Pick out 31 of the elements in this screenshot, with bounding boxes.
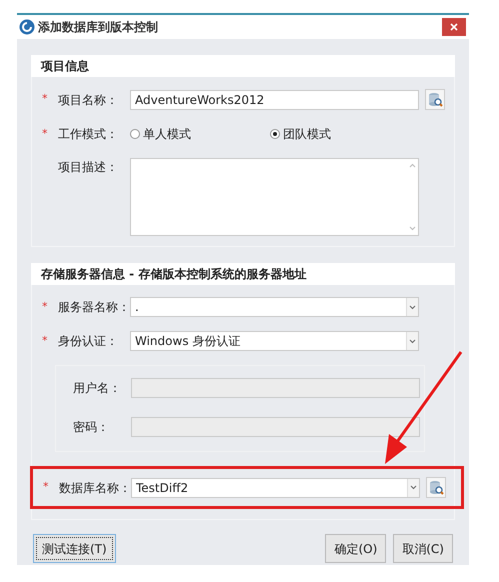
field-label: 服务器名称：: [58, 299, 130, 316]
browse-button[interactable]: [425, 89, 445, 110]
field-label: 项目名称：: [58, 92, 119, 108]
radio-option[interactable]: 单人模式: [130, 125, 270, 143]
field-label: 用户名：: [73, 380, 122, 397]
caret-icon[interactable]: [406, 298, 418, 316]
field-label: 密码：: [73, 419, 110, 436]
dialog-button[interactable]: 取消(C): [393, 534, 453, 563]
caret-icon[interactable]: [406, 332, 418, 350]
field-label: 项目描述：: [58, 159, 119, 176]
window-title: 添加数据库到版本控制: [38, 19, 159, 36]
radio-option[interactable]: 团队模式: [270, 125, 410, 143]
radio-icon[interactable]: [130, 129, 140, 139]
field-label: 身份认证：: [58, 333, 119, 350]
text-field[interactable]: AdventureWorks2012: [130, 90, 419, 110]
close-icon: [450, 23, 458, 31]
dialog-button[interactable]: 测试连接(T): [33, 534, 116, 563]
caret-icon[interactable]: [407, 478, 419, 496]
required-mark: *: [41, 91, 48, 108]
dialog-button[interactable]: 确定(O): [325, 534, 386, 563]
browse-button[interactable]: [426, 477, 446, 498]
required-mark: *: [41, 298, 48, 315]
field-label: 数据库名称：: [59, 480, 131, 496]
required-mark: *: [41, 332, 48, 349]
section-header: 项目信息: [31, 55, 455, 77]
required-mark: *: [41, 126, 48, 142]
close-button[interactable]: [442, 18, 466, 36]
field-label: 工作模式：: [58, 126, 119, 143]
section-header: 存储服务器信息 - 存储版本控制系统的服务器地址: [31, 263, 455, 285]
required-mark: *: [42, 479, 50, 496]
radio-icon[interactable]: [270, 129, 280, 139]
